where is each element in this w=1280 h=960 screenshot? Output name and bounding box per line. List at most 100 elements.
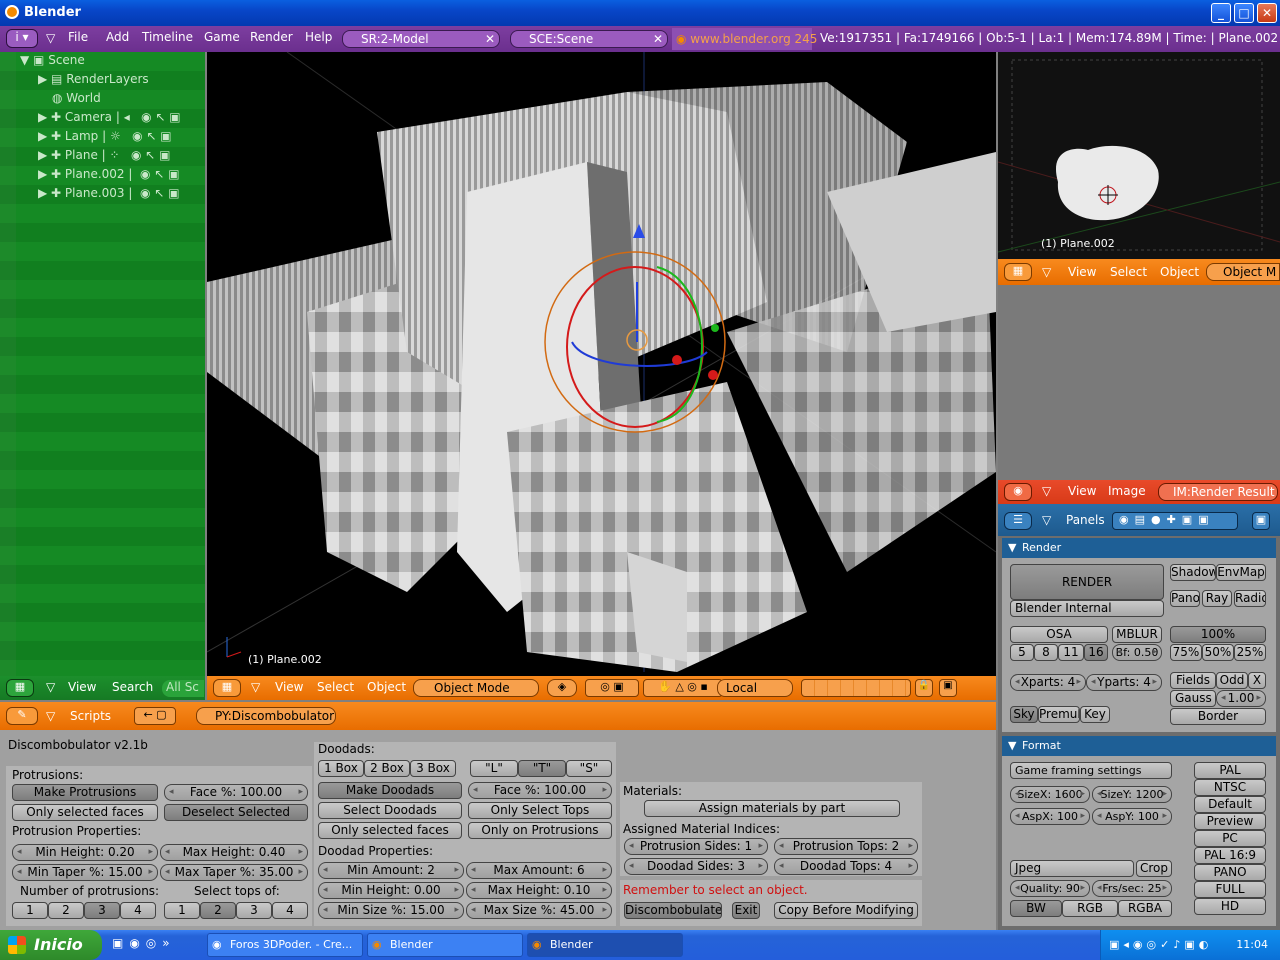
- shape-l[interactable]: "L": [470, 760, 518, 777]
- max-amount-field[interactable]: Max Amount: 6: [466, 862, 612, 879]
- shadow-toggle[interactable]: Shadow: [1170, 564, 1216, 581]
- scripts-editor-icon[interactable]: ✎: [6, 707, 38, 725]
- render-panel-title[interactable]: ▼ Render: [1002, 538, 1276, 558]
- mblur-toggle[interactable]: MBLUR: [1112, 626, 1162, 643]
- make-protrusions-button[interactable]: Make Protrusions: [12, 784, 158, 801]
- max-taper-field[interactable]: Max Taper %: 35.00: [160, 864, 308, 881]
- menu-game[interactable]: Game: [204, 30, 240, 44]
- outliner-item-plane002[interactable]: ▶ ✚ Plane.002 | ◉ ↖ ▣: [38, 167, 180, 181]
- osa-toggle[interactable]: OSA: [1010, 626, 1108, 643]
- preset-default[interactable]: Default: [1194, 796, 1266, 813]
- box-3[interactable]: 3 Box: [410, 760, 456, 777]
- tops-4[interactable]: 4: [272, 902, 308, 919]
- border-toggle[interactable]: Border: [1170, 708, 1266, 725]
- size-50[interactable]: 50%: [1202, 644, 1234, 661]
- menu-help[interactable]: Help: [305, 30, 332, 44]
- doodad-tops-field[interactable]: Doodad Tops: 4: [774, 858, 918, 875]
- tops-3[interactable]: 3: [236, 902, 272, 919]
- minimize-button[interactable]: _: [1211, 3, 1231, 23]
- sizey-field[interactable]: SizeY: 1200: [1092, 786, 1172, 803]
- select-doodads-button[interactable]: Select Doodads: [318, 802, 462, 819]
- doodad-face-pct-field[interactable]: Face %: 100.00: [468, 782, 612, 799]
- task-firefox[interactable]: ◉ Foros 3DPoder. - Cre...: [207, 933, 363, 957]
- image-menu-image[interactable]: Image: [1108, 484, 1146, 498]
- menu-file[interactable]: File: [68, 30, 88, 44]
- doodad-max-height-field[interactable]: Max Height: 0.10: [466, 882, 612, 899]
- box-2[interactable]: 2 Box: [364, 760, 410, 777]
- image-editor-icon[interactable]: ◉: [1004, 483, 1032, 501]
- preset-pal169[interactable]: PAL 16:9: [1194, 847, 1266, 864]
- protrusion-sides-field[interactable]: Protrusion Sides: 1: [624, 838, 768, 855]
- outliner-menu-view[interactable]: View: [68, 680, 96, 694]
- lock-icon[interactable]: 🔒: [915, 679, 933, 697]
- collapse-menu-icon[interactable]: ▽: [1042, 484, 1051, 498]
- min-height-field[interactable]: Min Height: 0.20: [12, 844, 158, 861]
- bf-field[interactable]: Bf: 0.50: [1112, 644, 1162, 661]
- panels-menu[interactable]: Panels: [1066, 513, 1105, 527]
- preset-full[interactable]: FULL: [1194, 881, 1266, 898]
- yparts-field[interactable]: Yparts: 4: [1086, 674, 1162, 691]
- only-select-tops-toggle[interactable]: Only Select Tops: [468, 802, 612, 819]
- size-75[interactable]: 75%: [1170, 644, 1202, 661]
- make-doodads-button[interactable]: Make Doodads: [318, 782, 462, 799]
- max-size-field[interactable]: Max Size %: 45.00: [466, 902, 612, 919]
- min-amount-field[interactable]: Min Amount: 2: [318, 862, 464, 879]
- collapse-menu-icon[interactable]: ▽: [1042, 513, 1051, 527]
- maximize-button[interactable]: □: [1234, 3, 1254, 23]
- tray-icons[interactable]: ▣◂◉◎✓♪▣◐: [1109, 938, 1212, 951]
- renderer-selector[interactable]: Blender Internal: [1010, 600, 1164, 617]
- outliner-item-plane003[interactable]: ▶ ✚ Plane.003 | ◉ ↖ ▣: [38, 186, 180, 200]
- sizex-field[interactable]: SizeX: 1600: [1010, 786, 1090, 803]
- top-view-menu-select[interactable]: Select: [1110, 265, 1147, 279]
- collapse-menu-icon[interactable]: ▽: [46, 680, 55, 694]
- back-icon[interactable]: ← ▢: [134, 707, 176, 725]
- shape-t[interactable]: "T": [518, 760, 566, 777]
- protrusions-4[interactable]: 4: [120, 902, 156, 919]
- quality-field[interactable]: Quality: 90: [1010, 880, 1090, 897]
- pano-toggle[interactable]: Pano: [1170, 590, 1200, 607]
- copy-before-modifying-toggle[interactable]: Copy Before Modifying: [774, 902, 918, 919]
- radio-toggle[interactable]: Radio: [1234, 590, 1266, 607]
- outliner-item-world[interactable]: ◍ World: [52, 91, 101, 105]
- image-editor[interactable]: [998, 285, 1280, 480]
- orientation-selector[interactable]: Local: [717, 679, 793, 697]
- doodad-min-height-field[interactable]: Min Height: 0.00: [318, 882, 464, 899]
- size-25[interactable]: 25%: [1234, 644, 1266, 661]
- collapse-menu-icon[interactable]: ▽: [46, 31, 55, 45]
- close-icon[interactable]: ✕: [653, 31, 663, 47]
- outliner-item-lamp[interactable]: ▶ ✚ Lamp | ☼ ◉ ↖ ▣: [38, 129, 172, 143]
- exit-button[interactable]: Exit: [732, 902, 760, 919]
- collapse-menu-icon[interactable]: ▽: [46, 709, 55, 723]
- top-view-menu-object[interactable]: Object: [1160, 265, 1199, 279]
- format-preset-selector[interactable]: Game framing settings: [1010, 762, 1172, 779]
- buttons-editor-icon[interactable]: ☰: [1004, 512, 1032, 530]
- top-view-viewport[interactable]: (1) Plane.002: [997, 52, 1280, 259]
- preset-pc[interactable]: PC: [1194, 830, 1266, 847]
- tops-2[interactable]: 2: [200, 902, 236, 919]
- outliner-item-camera[interactable]: ▶ ✚ Camera | ◂ ◉ ↖ ▣: [38, 110, 181, 124]
- fields-toggle[interactable]: Fields: [1170, 672, 1216, 689]
- info-editor-icon[interactable]: i ▾: [6, 29, 38, 48]
- protrusions-2[interactable]: 2: [48, 902, 84, 919]
- rgb-toggle[interactable]: RGB: [1062, 900, 1118, 917]
- preset-pal[interactable]: PAL: [1194, 762, 1266, 779]
- max-height-field[interactable]: Max Height: 0.40: [160, 844, 308, 861]
- envmap-toggle[interactable]: EnvMap: [1216, 564, 1266, 581]
- render-preview-icon[interactable]: ▣: [939, 679, 957, 697]
- osa-8[interactable]: 8: [1034, 644, 1058, 661]
- doodad-only-selected-faces-toggle[interactable]: Only selected faces: [318, 822, 462, 839]
- osa-16[interactable]: 16: [1084, 644, 1108, 661]
- rgba-toggle[interactable]: RGBA: [1118, 900, 1172, 917]
- blender-url[interactable]: ◉ www.blender.org 245: [672, 28, 817, 50]
- top-view-menu-view[interactable]: View: [1068, 265, 1096, 279]
- tops-1[interactable]: 1: [164, 902, 200, 919]
- scene-selector[interactable]: SCE:Scene ✕: [510, 30, 668, 48]
- odd-toggle[interactable]: Odd: [1216, 672, 1248, 689]
- draw-type-icon[interactable]: ◈: [547, 679, 577, 697]
- filetype-selector[interactable]: Jpeg: [1010, 860, 1134, 877]
- protrusions-3[interactable]: 3: [84, 902, 120, 919]
- collapse-menu-icon[interactable]: ▽: [1042, 265, 1051, 279]
- quicklaunch-icons[interactable]: ▣◉◎»: [112, 936, 176, 950]
- aspx-field[interactable]: AspX: 100: [1010, 808, 1090, 825]
- face-pct-field[interactable]: Face %: 100.00: [164, 784, 308, 801]
